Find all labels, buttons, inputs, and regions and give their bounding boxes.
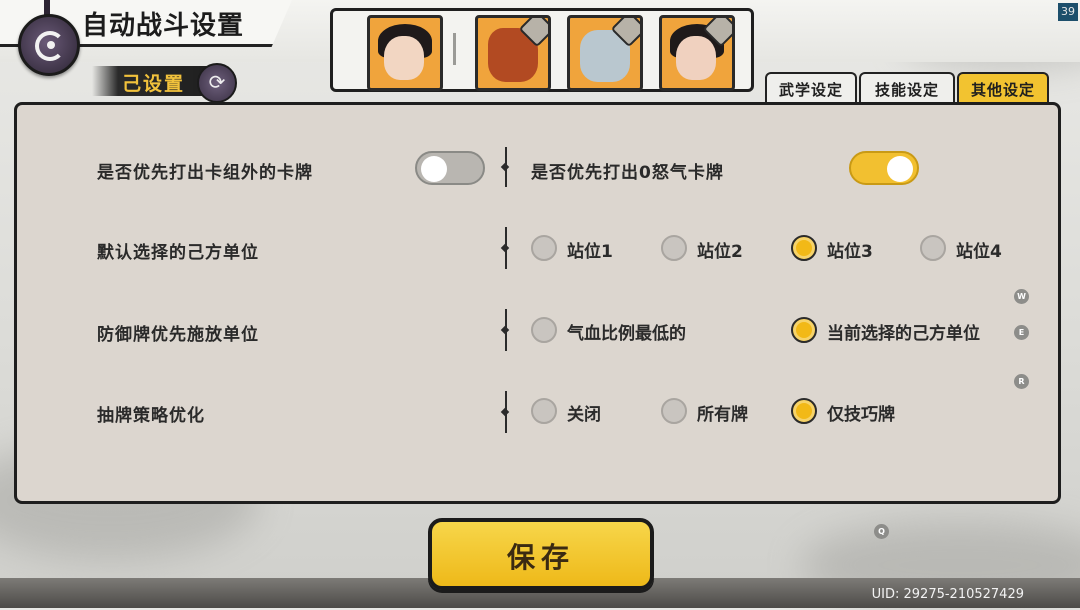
toggle-knob xyxy=(421,156,447,182)
option-all-cards: 所有牌 xyxy=(697,405,748,425)
hotkey-e-hint: E xyxy=(1014,325,1029,340)
row-divider xyxy=(505,309,507,351)
hero-divider xyxy=(453,33,456,65)
hero-face xyxy=(384,36,424,80)
hero-strip xyxy=(330,8,754,92)
setting-label-default-unit: 默认选择的己方单位 xyxy=(97,243,259,263)
back-button[interactable] xyxy=(18,14,80,76)
hero-portrait-3[interactable] xyxy=(567,15,643,91)
setting-label-defense-target: 防御牌优先施放单位 xyxy=(97,325,259,345)
radio-off[interactable] xyxy=(531,398,557,424)
refresh-preset-button[interactable]: ⟳ xyxy=(197,63,237,103)
option-current-unit: 当前选择的己方单位 xyxy=(827,324,980,344)
toggle-zero-rage[interactable] xyxy=(849,151,919,185)
tab-skills[interactable]: 技能设定 xyxy=(859,72,955,106)
option-position-2: 站位2 xyxy=(697,242,743,262)
tab-martial-arts[interactable]: 武学设定 xyxy=(765,72,857,106)
hotkey-q-hint: Q xyxy=(874,524,889,539)
option-lowest-hp: 气血比例最低的 xyxy=(567,324,686,344)
toggle-out-of-deck[interactable] xyxy=(415,151,485,185)
setting-label-draw-strategy: 抽牌策略优化 xyxy=(97,406,205,426)
hero-portrait-2[interactable] xyxy=(475,15,551,91)
hotkey-w-hint: W xyxy=(1014,289,1029,304)
refresh-icon: ⟳ xyxy=(208,70,226,94)
hotkey-r-hint: R xyxy=(1014,374,1029,389)
radio-position-1[interactable] xyxy=(531,235,557,261)
hero-portrait-1[interactable] xyxy=(367,15,443,91)
back-dot-icon xyxy=(47,41,55,49)
fps-counter: 39 xyxy=(1058,3,1078,21)
radio-lowest-hp[interactable] xyxy=(531,317,557,343)
toggle-knob xyxy=(887,156,913,182)
setting-label-out-of-deck: 是否优先打出卡组外的卡牌 xyxy=(97,163,313,183)
row-divider xyxy=(505,147,507,187)
radio-position-4[interactable] xyxy=(920,235,946,261)
radio-skill-cards[interactable] xyxy=(791,398,817,424)
option-position-1: 站位1 xyxy=(567,242,613,262)
setting-label-zero-rage: 是否优先打出0怒气卡牌 xyxy=(531,163,724,183)
option-position-3: 站位3 xyxy=(827,242,873,262)
option-skill-cards: 仅技巧牌 xyxy=(827,405,895,425)
radio-all-cards[interactable] xyxy=(661,398,687,424)
settings-panel: 是否优先打出卡组外的卡牌 是否优先打出0怒气卡牌 默认选择的己方单位 站位1 站… xyxy=(14,102,1061,504)
option-position-4: 站位4 xyxy=(956,242,1002,262)
tab-other[interactable]: 其他设定 xyxy=(957,72,1049,106)
radio-position-3[interactable] xyxy=(791,235,817,261)
save-button[interactable]: 保存 xyxy=(428,518,654,590)
hero-portrait-4[interactable] xyxy=(659,15,735,91)
radio-current-unit[interactable] xyxy=(791,317,817,343)
option-off: 关闭 xyxy=(567,405,601,425)
row-divider xyxy=(505,227,507,269)
hero-face xyxy=(676,36,716,80)
page-title: 自动战斗设置 xyxy=(82,11,245,41)
row-divider xyxy=(505,391,507,433)
user-id: UID: 29275-210527429 xyxy=(871,587,1024,602)
radio-position-2[interactable] xyxy=(661,235,687,261)
save-label: 保存 xyxy=(506,541,575,574)
preset-label: 己设置 xyxy=(122,73,186,95)
